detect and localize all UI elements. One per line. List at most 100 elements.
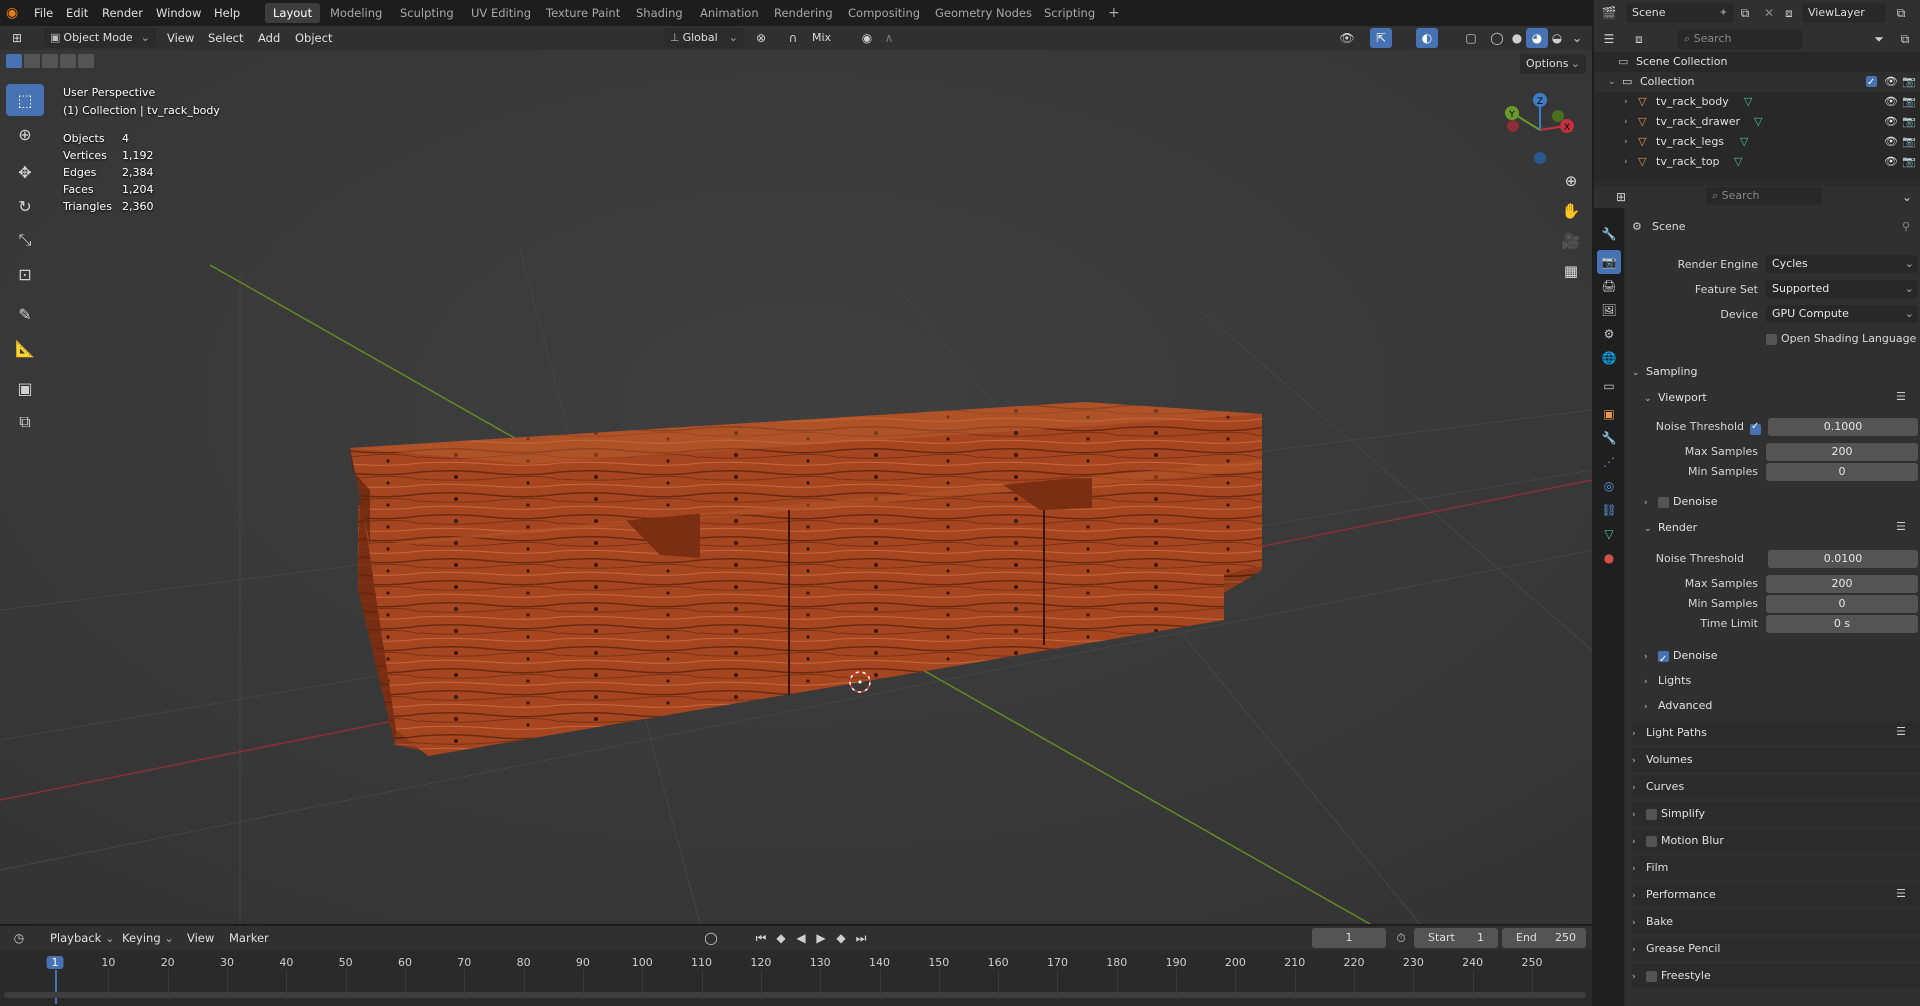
chevron-right-icon[interactable]: › — [1624, 152, 1628, 172]
tab-shading[interactable]: Shading — [628, 3, 691, 23]
timeline-menu-view[interactable]: View — [187, 926, 214, 950]
viewport-denoise-subpanel[interactable]: › Denoise — [1644, 490, 1920, 514]
wireframe-shading-icon[interactable]: ◯ — [1486, 28, 1508, 48]
mode-dropdown[interactable]: ▣ Object Mode ⌄ — [44, 28, 156, 48]
render-engine-dropdown[interactable]: Cycles ⌄ — [1766, 255, 1918, 273]
gizmo-neg-x-icon[interactable] — [1507, 120, 1519, 132]
eye-icon[interactable]: 👁 — [1884, 92, 1898, 112]
pin-icon[interactable]: ⚲ — [1902, 220, 1910, 233]
select-extend-icon[interactable] — [24, 54, 40, 68]
end-frame-field[interactable]: End 250 — [1502, 928, 1586, 948]
auto-keying-icon[interactable]: ◯ — [700, 928, 722, 948]
presets-list-icon[interactable]: ☰ — [1896, 521, 1908, 533]
camera-icon[interactable]: 📷 — [1902, 72, 1916, 92]
gizmo-neg-y-icon[interactable] — [1552, 110, 1564, 122]
timeline-scrollbar[interactable] — [4, 992, 1586, 998]
mesh-data-icon[interactable]: ▽ — [1734, 152, 1742, 172]
viewport-noise-threshold-checkbox[interactable] — [1750, 421, 1761, 435]
transform-orientation-dropdown[interactable]: ⊥ Global ⌄ — [664, 28, 744, 48]
select-intersect-icon[interactable] — [78, 54, 94, 68]
sampling-panel-header[interactable]: ⌄ Sampling — [1632, 360, 1920, 384]
viewport-max-samples-field[interactable]: 200 — [1766, 443, 1918, 461]
tab-texture-paint[interactable]: Texture Paint — [538, 3, 628, 23]
curves-panel[interactable]: › Curves — [1632, 775, 1920, 799]
lights-subpanel[interactable]: › Lights — [1644, 669, 1920, 693]
vp-menu-object[interactable]: Object — [295, 26, 332, 50]
chevron-down-icon[interactable]: ⌄ — [1896, 187, 1918, 207]
presets-list-icon[interactable]: ☰ — [1896, 726, 1908, 738]
output-tab-icon[interactable]: 🖨 — [1597, 274, 1621, 298]
menu-window[interactable]: Window — [150, 0, 207, 26]
new-view-layer-icon[interactable]: ⧉ — [1890, 3, 1912, 23]
jump-start-icon[interactable]: ⏮ — [750, 928, 772, 948]
bake-panel[interactable]: › Bake — [1632, 910, 1920, 934]
eye-icon[interactable]: 👁 — [1884, 72, 1898, 92]
motion-blur-panel[interactable]: › Motion Blur — [1632, 829, 1920, 853]
new-scene-icon[interactable]: ⧉ — [1734, 3, 1756, 23]
camera-view-icon[interactable]: 🎥 — [1557, 228, 1585, 254]
material-tab-icon[interactable]: ● — [1597, 546, 1621, 570]
viewport-subpanel-header[interactable]: ⌄ Viewport ☰ — [1644, 386, 1920, 410]
properties-search-input[interactable]: ⌕ Search — [1706, 187, 1822, 205]
tab-sculpting[interactable]: Sculpting — [392, 3, 462, 23]
render-noise-threshold-field[interactable]: 0.0100 — [1768, 550, 1918, 568]
zoom-icon[interactable]: ⊕ — [1557, 168, 1585, 194]
current-frame-field[interactable]: 1 — [1312, 928, 1386, 948]
playhead-frame-label[interactable]: 1 — [46, 956, 64, 969]
tab-geometry-nodes[interactable]: Geometry Nodes — [927, 3, 1040, 23]
select-subtract-icon[interactable] — [42, 54, 58, 68]
outliner-row-collection[interactable]: ⌄ ▭ Collection 👁 📷 — [1594, 72, 1920, 93]
tab-compositing[interactable]: Compositing — [840, 3, 928, 23]
pan-hand-icon[interactable]: ✋ — [1557, 198, 1585, 224]
eye-icon[interactable]: 👁 — [1884, 112, 1898, 132]
menu-render[interactable]: Render — [96, 0, 149, 26]
grease-pencil-panel[interactable]: › Grease Pencil — [1632, 937, 1920, 961]
collection-include-checkbox[interactable] — [1866, 73, 1877, 93]
time-limit-field[interactable]: 0 s — [1766, 615, 1918, 633]
snap-mode-dropdown[interactable]: Mix — [806, 28, 848, 48]
add-cube-tool-icon[interactable]: ▣ — [6, 372, 44, 404]
add-workspace-button[interactable]: + — [1100, 3, 1128, 23]
blender-logo-icon[interactable]: ◉ — [6, 4, 24, 22]
presets-list-icon[interactable]: ☰ — [1896, 391, 1908, 403]
mesh-data-icon[interactable]: ▽ — [1744, 92, 1752, 112]
filter-icon[interactable]: ⏷ — [1868, 29, 1890, 49]
tab-animation[interactable]: Animation — [692, 3, 767, 23]
simplify-checkbox[interactable] — [1646, 808, 1657, 820]
render-min-samples-field[interactable]: 0 — [1766, 595, 1918, 613]
jump-end-icon[interactable]: ⏭ — [850, 928, 872, 948]
timeline-menu-keying[interactable]: Keying ⌄ — [122, 926, 174, 950]
shading-options-icon[interactable]: ⌄ — [1566, 28, 1588, 48]
constraints-tab-icon[interactable]: ⛓ — [1597, 498, 1621, 522]
freestyle-checkbox[interactable] — [1646, 970, 1657, 982]
advanced-subpanel[interactable]: › Advanced — [1644, 694, 1920, 718]
outliner-row-object[interactable]: › ▽ tv_rack_drawer ▽ 👁 📷 — [1594, 112, 1920, 132]
view-layer-icon[interactable]: ⧈ — [1778, 3, 1800, 23]
play-reverse-icon[interactable]: ◀ — [790, 928, 812, 948]
camera-icon[interactable]: 📷 — [1902, 132, 1916, 152]
camera-icon[interactable]: 📷 — [1902, 152, 1916, 172]
outliner-editor-icon[interactable]: ☰ — [1598, 29, 1620, 49]
ortho-toggle-icon[interactable]: ▦ — [1557, 258, 1585, 284]
menu-file[interactable]: File — [28, 0, 59, 26]
move-tool-icon[interactable]: ✥ — [6, 156, 44, 188]
chevron-right-icon[interactable]: › — [1624, 132, 1628, 152]
stopwatch-icon[interactable]: ⏱ — [1390, 928, 1412, 948]
volumes-panel[interactable]: › Volumes — [1632, 748, 1920, 772]
outliner-row-object[interactable]: › ▽ tv_rack_legs ▽ 👁 📷 — [1594, 132, 1920, 152]
vp-menu-select[interactable]: Select — [208, 26, 243, 50]
playhead[interactable] — [55, 970, 57, 1004]
material-shading-icon[interactable]: ◕ — [1526, 28, 1548, 48]
scene-selector[interactable]: Scene ✦ — [1626, 3, 1734, 23]
scene-tab-icon[interactable]: ⚙ — [1597, 322, 1621, 346]
chevron-right-icon[interactable]: › — [1624, 92, 1628, 112]
render-max-samples-field[interactable]: 200 — [1766, 575, 1918, 593]
mesh-data-icon[interactable]: ▽ — [1754, 112, 1762, 132]
freestyle-panel[interactable]: › Freestyle — [1632, 964, 1920, 988]
vp-menu-add[interactable]: Add — [258, 26, 280, 50]
new-collection-icon[interactable]: ⧉ — [1894, 29, 1916, 49]
viewport-denoise-checkbox[interactable] — [1658, 496, 1669, 508]
performance-panel[interactable]: › Performance ☰ — [1632, 883, 1920, 907]
film-panel[interactable]: › Film — [1632, 856, 1920, 880]
render-subpanel-header[interactable]: ⌄ Render ☰ — [1644, 516, 1920, 540]
